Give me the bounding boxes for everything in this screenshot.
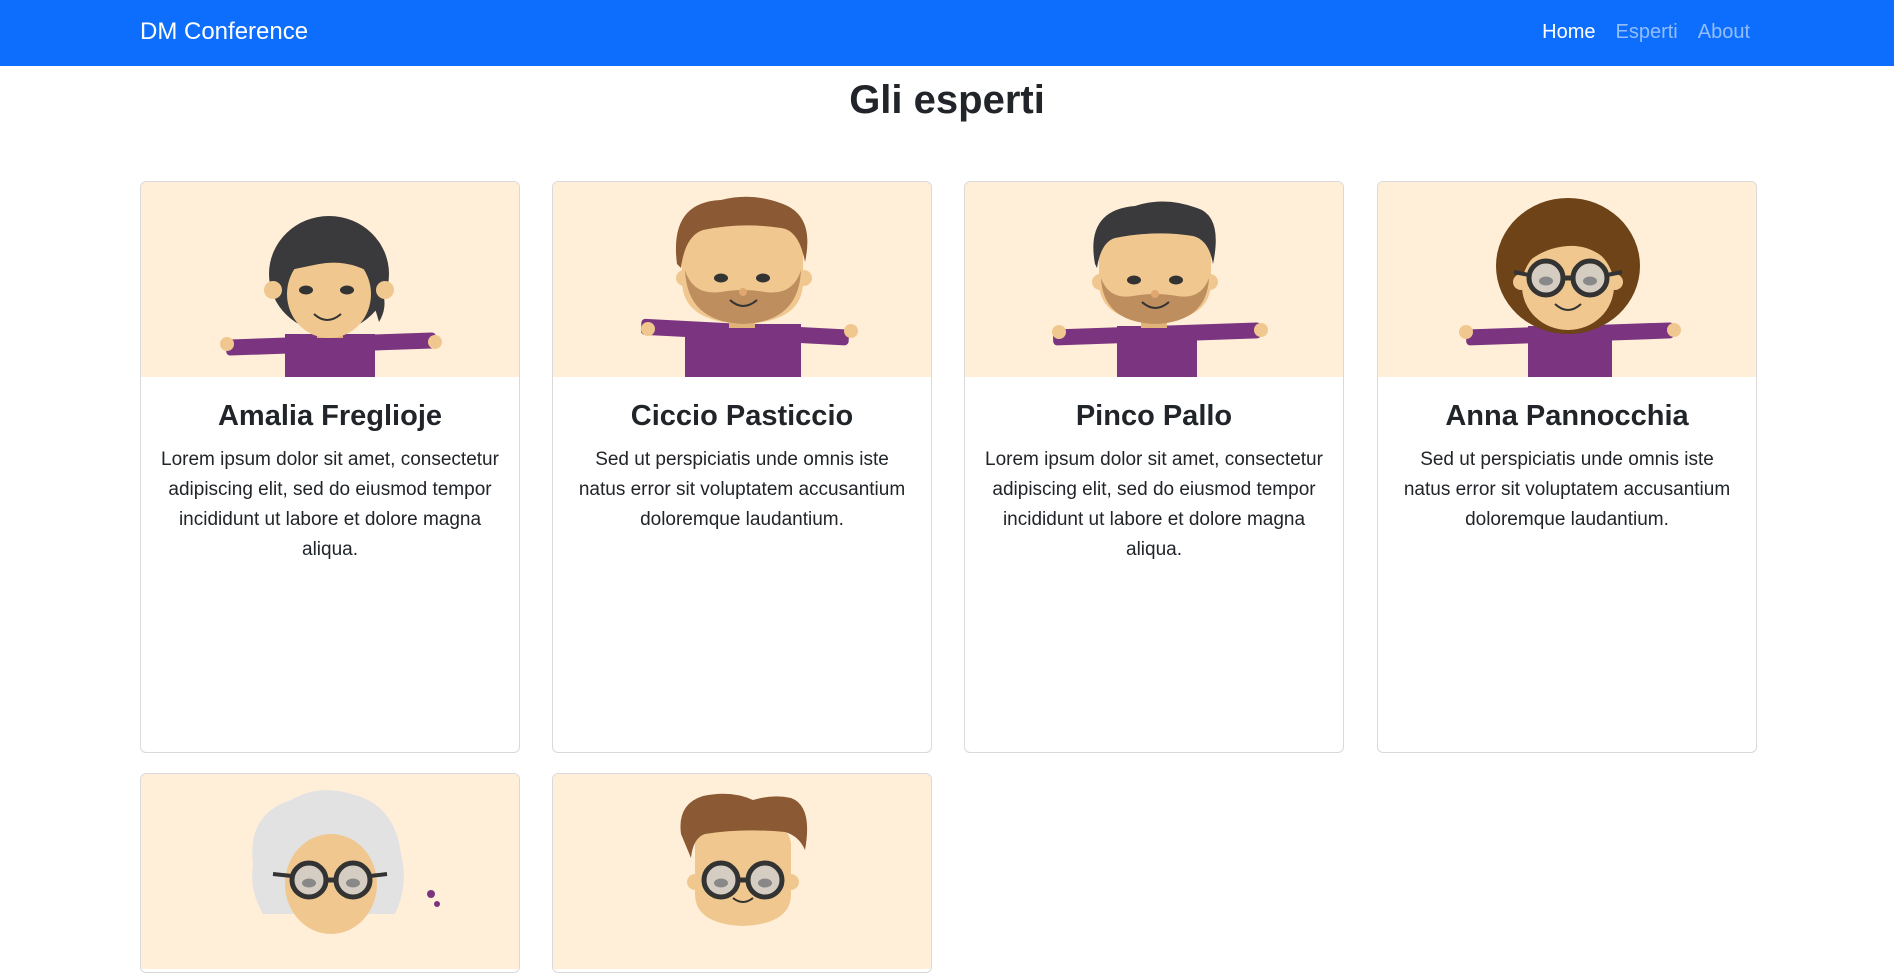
expert-avatar xyxy=(965,182,1343,377)
avatar-woman-dark-hair-icon xyxy=(220,216,442,377)
expert-avatar xyxy=(141,182,519,377)
expert-card xyxy=(552,773,932,973)
expert-card: Pinco Pallo Lorem ipsum dolor sit amet, … xyxy=(964,181,1344,753)
expert-name: Amalia Freglioje xyxy=(217,400,442,432)
expert-card: Ciccio Pasticcio Sed ut perspiciatis und… xyxy=(552,181,932,753)
expert-description: Lorem ipsum dolor sit amet, consectetur … xyxy=(161,449,499,560)
navbar: DM Conference Home Esperti About xyxy=(0,0,1894,66)
expert-avatar xyxy=(553,774,931,969)
avatar-bearded-man-icon xyxy=(640,196,858,377)
expert-description: Sed ut perspiciatis unde omnis iste natu… xyxy=(578,449,906,530)
nav-esperti-link[interactable]: Esperti xyxy=(1615,19,1677,45)
expert-card: Amalia Freglioje Lorem ipsum dolor sit a… xyxy=(140,181,520,753)
avatar-grey-hair-glasses-icon xyxy=(252,790,440,934)
expert-name: Anna Pannocchia xyxy=(1445,400,1689,432)
expert-card xyxy=(140,773,520,973)
page-title: Gli esperti xyxy=(849,78,1045,122)
card-body: Anna Pannocchia Sed ut perspiciatis unde… xyxy=(1378,377,1756,535)
expert-name: Pinco Pallo xyxy=(1075,400,1233,432)
expert-avatar xyxy=(141,774,519,969)
avatar-dark-hair-bearded-man-icon xyxy=(1052,201,1268,377)
expert-card: Anna Pannocchia Sed ut perspiciatis unde… xyxy=(1377,181,1757,753)
card-body: Amalia Freglioje Lorem ipsum dolor sit a… xyxy=(141,377,519,565)
expert-description: Sed ut perspiciatis unde omnis iste natu… xyxy=(1403,449,1731,530)
expert-avatar xyxy=(1378,182,1756,377)
avatar-brown-hair-glasses-man-icon xyxy=(680,793,808,926)
expert-description: Lorem ipsum dolor sit amet, consectetur … xyxy=(985,449,1323,560)
avatar-woman-glasses-icon xyxy=(1459,198,1681,377)
expert-avatar xyxy=(553,182,931,377)
nav-links: Home Esperti About xyxy=(1542,19,1750,45)
expert-name: Ciccio Pasticcio xyxy=(630,400,854,432)
brand-link[interactable]: DM Conference xyxy=(140,17,308,47)
card-body: Ciccio Pasticcio Sed ut perspiciatis und… xyxy=(553,377,931,535)
nav-about-link[interactable]: About xyxy=(1698,19,1750,45)
card-body: Pinco Pallo Lorem ipsum dolor sit amet, … xyxy=(965,377,1343,565)
nav-home-link[interactable]: Home xyxy=(1542,19,1595,45)
